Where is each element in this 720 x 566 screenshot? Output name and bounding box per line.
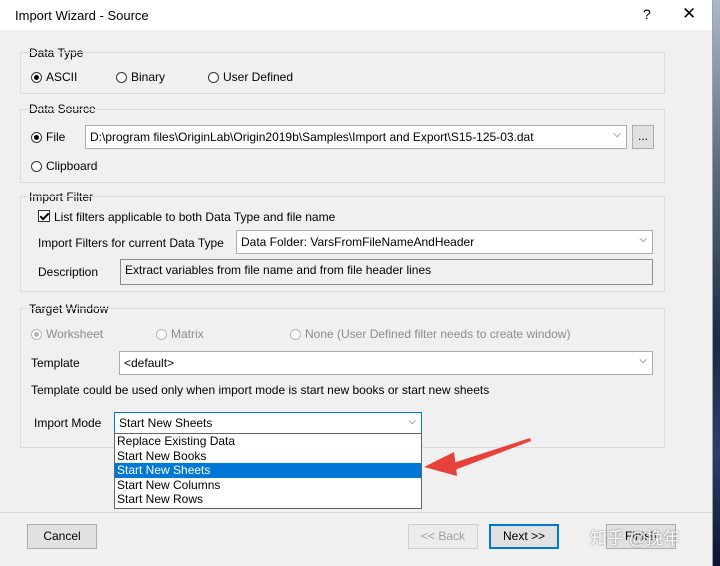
import-filters-value: Data Folder: VarsFromFileNameAndHeader	[241, 235, 475, 249]
dropdown-option-start-new-columns[interactable]: Start New Columns	[115, 478, 421, 493]
file-path-combo[interactable]: D:\program files\OriginLab\Origin2019b\S…	[85, 125, 627, 149]
import-mode-label: Import Mode	[34, 416, 102, 430]
back-button[interactable]: << Back	[408, 524, 478, 549]
radio-none-label: None (User Defined filter needs to creat…	[305, 327, 571, 341]
dropdown-option-start-new-sheets[interactable]: Start New Sheets	[115, 463, 421, 478]
template-combo[interactable]: <default> ⌵	[119, 351, 653, 375]
radio-ascii-label: ASCII	[46, 70, 78, 84]
title-bar: Import Wizard - Source ? ✕	[0, 0, 712, 30]
dropdown-option-replace-existing-data[interactable]: Replace Existing Data	[115, 434, 421, 449]
radio-matrix[interactable]: Matrix	[156, 327, 204, 341]
radio-dot	[31, 160, 42, 172]
radio-dot	[31, 131, 42, 143]
radio-user-defined[interactable]: User Defined	[208, 70, 293, 84]
radio-none[interactable]: None (User Defined filter needs to creat…	[290, 327, 570, 341]
radio-clipboard-label: Clipboard	[46, 159, 98, 173]
radio-dot	[31, 71, 42, 83]
description-label: Description	[38, 265, 99, 279]
list-filters-checkbox-label: List filters applicable to both Data Typ…	[54, 210, 336, 224]
template-note: Template could be used only when import …	[31, 383, 490, 397]
list-filters-checkbox[interactable]	[38, 210, 50, 222]
radio-user-defined-label: User Defined	[223, 70, 294, 84]
radio-worksheet-label: Worksheet	[46, 327, 104, 341]
chevron-down-icon[interactable]: ⌵	[639, 355, 647, 366]
footer-separator	[0, 512, 712, 513]
template-value: <default>	[124, 356, 175, 370]
radio-file-label: File	[46, 130, 66, 144]
help-button[interactable]: ?	[643, 6, 651, 22]
annotation-arrow-icon	[424, 438, 531, 476]
watermark-text: 知乎 @挽年	[590, 529, 680, 548]
radio-ascii[interactable]: ASCII	[31, 70, 77, 84]
window-title: Import Wizard - Source	[15, 8, 149, 23]
radio-dot	[31, 328, 42, 340]
dropdown-option-start-new-books[interactable]: Start New Books	[115, 449, 421, 464]
import-filters-combo[interactable]: Data Folder: VarsFromFileNameAndHeader ⌵	[236, 230, 653, 254]
radio-clipboard[interactable]: Clipboard	[31, 159, 97, 173]
radio-dot	[208, 71, 219, 83]
import-mode-combo[interactable]: Start New Sheets ⌵	[114, 412, 422, 434]
chevron-down-icon[interactable]: ⌵	[639, 234, 647, 245]
radio-dot	[116, 71, 127, 83]
chevron-down-icon[interactable]: ⌵	[408, 416, 416, 427]
browse-button[interactable]: ...	[632, 125, 654, 149]
import-mode-dropdown-list: Replace Existing Data Start New Books St…	[114, 433, 422, 509]
import-mode-value: Start New Sheets	[119, 416, 213, 430]
radio-file[interactable]: File	[31, 130, 65, 144]
radio-worksheet[interactable]: Worksheet	[31, 327, 103, 341]
close-button[interactable]: ✕	[682, 4, 696, 24]
radio-matrix-label: Matrix	[171, 327, 204, 341]
next-button[interactable]: Next >>	[489, 524, 559, 549]
radio-binary[interactable]: Binary	[116, 70, 165, 84]
dropdown-option-start-new-rows[interactable]: Start New Rows	[115, 492, 421, 507]
radio-dot	[290, 328, 301, 340]
cancel-button[interactable]: Cancel	[27, 524, 97, 549]
chevron-down-icon[interactable]: ⌵	[613, 129, 621, 140]
import-filters-label: Import Filters for current Data Type	[38, 236, 224, 250]
template-label: Template	[31, 356, 80, 370]
radio-binary-label: Binary	[131, 70, 166, 84]
radio-dot	[156, 328, 167, 340]
description-field: Extract variables from file name and fro…	[120, 259, 653, 285]
file-path-value: D:\program files\OriginLab\Origin2019b\S…	[90, 130, 534, 144]
